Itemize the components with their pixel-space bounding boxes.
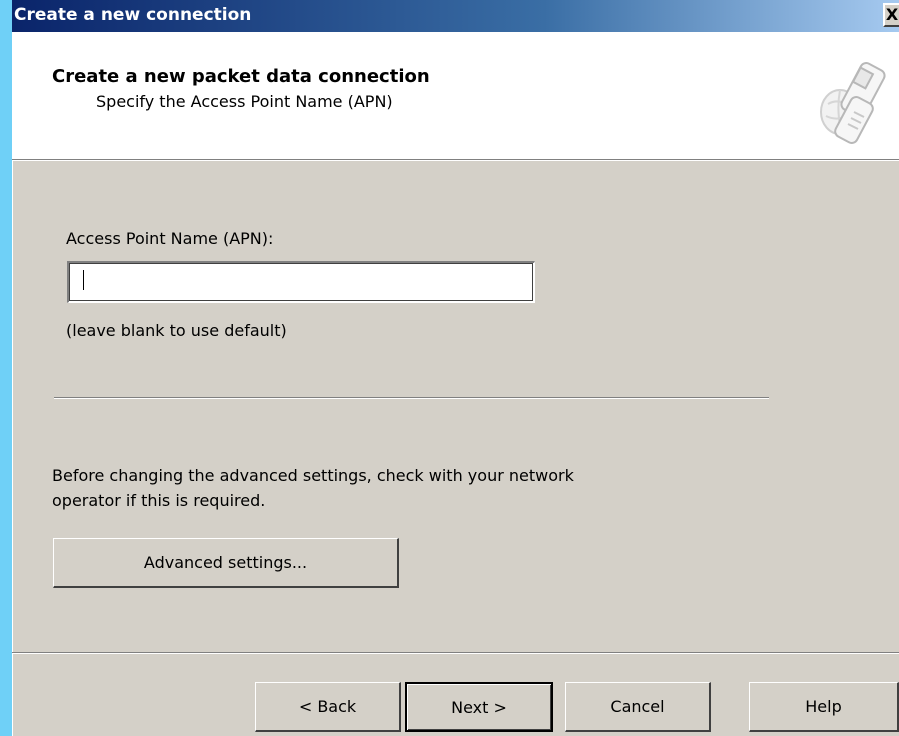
advanced-settings-button[interactable]: Advanced settings... [53, 538, 399, 588]
advice-line-2: operator if this is required. [52, 491, 266, 510]
title-bar[interactable]: Create a new connection X [12, 0, 899, 32]
wizard-subtitle: Specify the Access Point Name (APN) [96, 92, 393, 111]
section-divider [54, 397, 769, 399]
close-icon: X [885, 5, 899, 24]
advanced-settings-advice: Before changing the advanced settings, c… [52, 463, 752, 513]
wizard-header: Create a new packet data connection Spec… [12, 32, 899, 160]
apn-label: Access Point Name (APN): [66, 229, 274, 248]
header-divider [12, 160, 899, 161]
help-button[interactable]: Help [749, 682, 899, 732]
mobile-phone-icon [820, 62, 886, 144]
apn-input[interactable] [67, 261, 535, 303]
cancel-button[interactable]: Cancel [565, 682, 711, 732]
wizard-title: Create a new packet data connection [52, 66, 430, 87]
window-title: Create a new connection [14, 5, 252, 25]
new-connection-dialog: Create a new connection X Create a new p… [12, 0, 899, 736]
apn-hint: (leave blank to use default) [66, 321, 287, 340]
text-caret [83, 270, 84, 290]
close-button[interactable]: X [883, 3, 899, 27]
next-button[interactable]: Next > [405, 682, 553, 732]
advice-line-1: Before changing the advanced settings, c… [52, 466, 574, 485]
back-button[interactable]: < Back [255, 682, 401, 732]
footer-divider [12, 652, 899, 654]
